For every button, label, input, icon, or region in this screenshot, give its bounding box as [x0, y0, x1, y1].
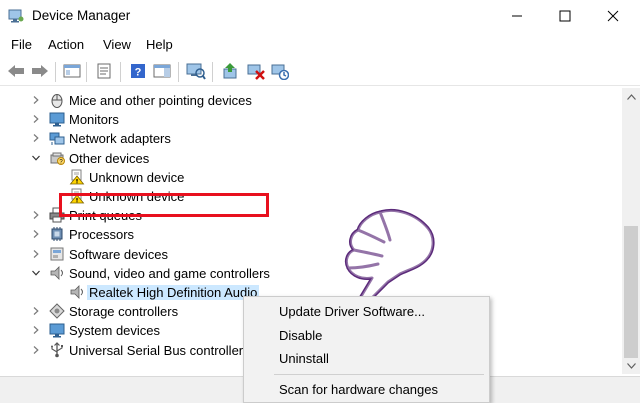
- close-button[interactable]: [590, 0, 636, 32]
- scroll-up-button[interactable]: [622, 88, 640, 105]
- tree-item-label: Realtek High Definition Audio: [87, 285, 260, 300]
- forward-arrow-icon: [32, 65, 48, 77]
- expand-chevron-icon[interactable]: [30, 113, 42, 125]
- action-pane-button[interactable]: [152, 61, 172, 81]
- context-menu-update-driver[interactable]: Update Driver Software...: [279, 304, 425, 319]
- collapse-chevron-icon[interactable]: [30, 267, 42, 279]
- tree-item-label: Mice and other pointing devices: [69, 93, 252, 108]
- menu-action[interactable]: Action: [48, 37, 84, 52]
- scroll-down-button[interactable]: [622, 357, 640, 374]
- tree-item-mice-and-other-pointing-devices[interactable]: Mice and other pointing devices: [0, 91, 560, 110]
- vertical-scrollbar[interactable]: [622, 88, 640, 374]
- show-hide-console-tree-button[interactable]: [62, 61, 82, 81]
- tree-item-label: Universal Serial Bus controllers: [69, 342, 250, 358]
- expand-chevron-icon[interactable]: [30, 305, 42, 317]
- console-tree-icon: [63, 64, 81, 78]
- highlight-box: [59, 193, 269, 217]
- collapse-chevron-icon[interactable]: [30, 152, 42, 164]
- scroll-down-icon: [626, 362, 636, 369]
- tree-item-label: Other devices: [69, 150, 150, 166]
- context-menu-disable[interactable]: Disable: [279, 328, 322, 343]
- tree-item-unknown-device[interactable]: Unknown device: [0, 168, 560, 187]
- menu-help[interactable]: Help: [146, 37, 173, 52]
- scan-hardware-button[interactable]: [186, 61, 206, 81]
- expand-chevron-icon[interactable]: [30, 132, 42, 144]
- mouse-icon: [49, 92, 65, 108]
- title-bar: Device Manager: [0, 0, 640, 32]
- usb-icon: [49, 341, 65, 358]
- scroll-thumb[interactable]: [624, 226, 638, 358]
- tree-item-network-adapters[interactable]: Network adapters: [0, 129, 560, 148]
- tree-item-label: Network adapters: [69, 131, 171, 147]
- tree-item-label: Monitors: [69, 112, 119, 128]
- menu-file[interactable]: File: [11, 37, 32, 52]
- network-adapter-icon: [49, 130, 65, 146]
- maximize-icon: [559, 10, 571, 22]
- scan-hardware-icon: [186, 63, 206, 80]
- expand-chevron-icon[interactable]: [30, 94, 42, 106]
- context-menu-separator: [274, 374, 484, 375]
- uninstall-device-icon: [247, 64, 265, 80]
- tree-item-monitors[interactable]: Monitors: [0, 110, 560, 129]
- software-device-icon: [49, 246, 65, 262]
- window-title: Device Manager: [32, 8, 131, 23]
- context-menu-scan-hardware[interactable]: Scan for hardware changes: [279, 382, 438, 397]
- monitor-icon: [49, 111, 65, 127]
- tree-item-processors[interactable]: Processors: [0, 225, 560, 244]
- system-device-icon: [49, 322, 65, 338]
- update-driver-button[interactable]: [220, 61, 240, 81]
- close-icon: [607, 10, 619, 22]
- properties-icon: [97, 63, 111, 79]
- tree-item-label: Storage controllers: [69, 304, 179, 320]
- update-driver-icon: [223, 63, 237, 79]
- back-button[interactable]: [6, 61, 26, 81]
- tree-item-other-devices[interactable]: ? Other devices: [0, 149, 560, 168]
- device-manager-icon: [8, 9, 24, 23]
- speaker-icon: [49, 265, 65, 281]
- other-devices-icon: ?: [49, 150, 65, 166]
- toolbar: ?: [0, 58, 640, 86]
- help-button[interactable]: ?: [128, 61, 148, 81]
- help-icon: ?: [131, 64, 145, 79]
- tree-item-label: Processors: [69, 227, 135, 243]
- tree-item-software-devices[interactable]: Software devices: [0, 245, 560, 264]
- maximize-button[interactable]: [542, 0, 588, 32]
- disable-device-button[interactable]: [270, 61, 290, 81]
- expand-chevron-icon[interactable]: [30, 248, 42, 260]
- processor-icon: [49, 226, 65, 242]
- svg-text:?: ?: [135, 67, 142, 79]
- expand-chevron-icon[interactable]: [30, 228, 42, 240]
- uninstall-device-button[interactable]: [246, 61, 266, 81]
- expand-chevron-icon[interactable]: [30, 324, 42, 336]
- tree-item-label: Unknown device: [89, 169, 185, 185]
- tree-item-label: System devices: [69, 323, 161, 339]
- device-manager-window: Device Manager File Action View Help ? M…: [0, 0, 640, 403]
- scroll-up-icon: [626, 93, 636, 100]
- properties-button[interactable]: [94, 61, 114, 81]
- tree-item-sound-video-and-game-controllers[interactable]: Sound, video and game controllers: [0, 264, 560, 283]
- unknown-device-warning-icon: [69, 169, 85, 185]
- disable-device-icon: [271, 64, 289, 80]
- expand-chevron-icon[interactable]: [30, 344, 42, 356]
- speaker-icon: [69, 284, 85, 300]
- minimize-icon: [512, 15, 522, 17]
- context-menu-uninstall[interactable]: Uninstall: [279, 351, 329, 366]
- pointing-hand-icon: [344, 208, 435, 306]
- action-pane-icon: [153, 64, 171, 78]
- minimize-button[interactable]: [494, 0, 540, 32]
- tree-item-label: Software devices: [69, 246, 168, 262]
- storage-icon: [49, 303, 65, 319]
- back-arrow-icon: [8, 65, 24, 77]
- forward-button[interactable]: [30, 61, 50, 81]
- context-menu: Update Driver Software... Disable Uninst…: [243, 296, 490, 403]
- menu-bar: File Action View Help: [0, 34, 640, 56]
- expand-chevron-icon[interactable]: [30, 209, 42, 221]
- tree-item-label: Sound, video and game controllers: [69, 265, 270, 281]
- menu-view[interactable]: View: [103, 37, 131, 52]
